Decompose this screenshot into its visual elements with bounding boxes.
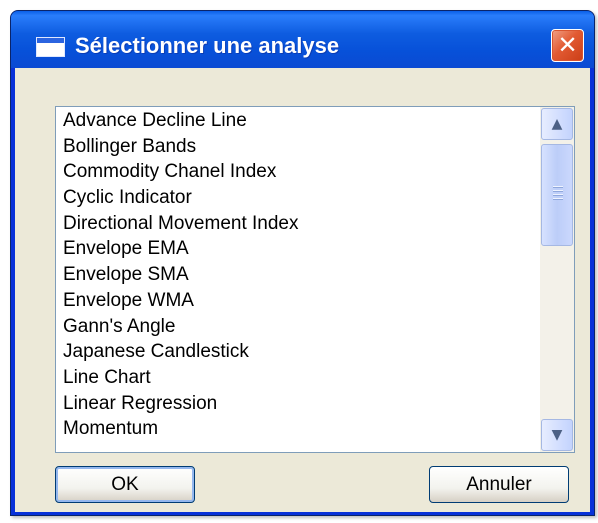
list-item[interactable]: Bollinger Bands (56, 134, 541, 160)
list-item[interactable]: Envelope WMA (56, 288, 541, 314)
list-item[interactable]: Momentum (56, 416, 541, 442)
grip-icon (553, 186, 563, 200)
vertical-scrollbar[interactable]: ▲ ▼ (540, 107, 574, 452)
scroll-down-button[interactable]: ▼ (541, 419, 573, 451)
dialog-window: Sélectionner une analyse ✕ Advance Decli… (10, 10, 595, 516)
list-item[interactable]: Cyclic Indicator (56, 185, 541, 211)
list-item[interactable]: Linear Regression (56, 391, 541, 417)
list-item[interactable]: Gann's Angle (56, 314, 541, 340)
list-item[interactable]: Directional Movement Index (56, 211, 541, 237)
dialog-body: Advance Decline Line Bollinger Bands Com… (15, 68, 590, 512)
close-button[interactable]: ✕ (551, 29, 584, 62)
analysis-listbox[interactable]: Advance Decline Line Bollinger Bands Com… (55, 106, 575, 453)
chevron-down-icon: ▼ (551, 427, 563, 443)
title-bar[interactable]: Sélectionner une analyse ✕ (11, 11, 594, 68)
list-item[interactable]: Commodity Chanel Index (56, 159, 541, 185)
window-title: Sélectionner une analyse (75, 33, 340, 58)
list-item[interactable]: Japanese Candlestick (56, 339, 541, 365)
scroll-thumb[interactable] (541, 144, 573, 246)
chevron-up-icon: ▲ (551, 116, 563, 132)
scroll-up-button[interactable]: ▲ (541, 108, 573, 140)
list-item[interactable]: Envelope EMA (56, 236, 541, 262)
ok-button[interactable]: OK (55, 466, 195, 503)
list-item[interactable]: Advance Decline Line (56, 108, 541, 134)
window-icon (36, 37, 65, 57)
list-item[interactable]: Envelope SMA (56, 262, 541, 288)
cancel-button[interactable]: Annuler (429, 466, 569, 503)
analysis-list: Advance Decline Line Bollinger Bands Com… (56, 107, 541, 452)
list-item[interactable]: Line Chart (56, 365, 541, 391)
close-icon: ✕ (557, 31, 578, 59)
